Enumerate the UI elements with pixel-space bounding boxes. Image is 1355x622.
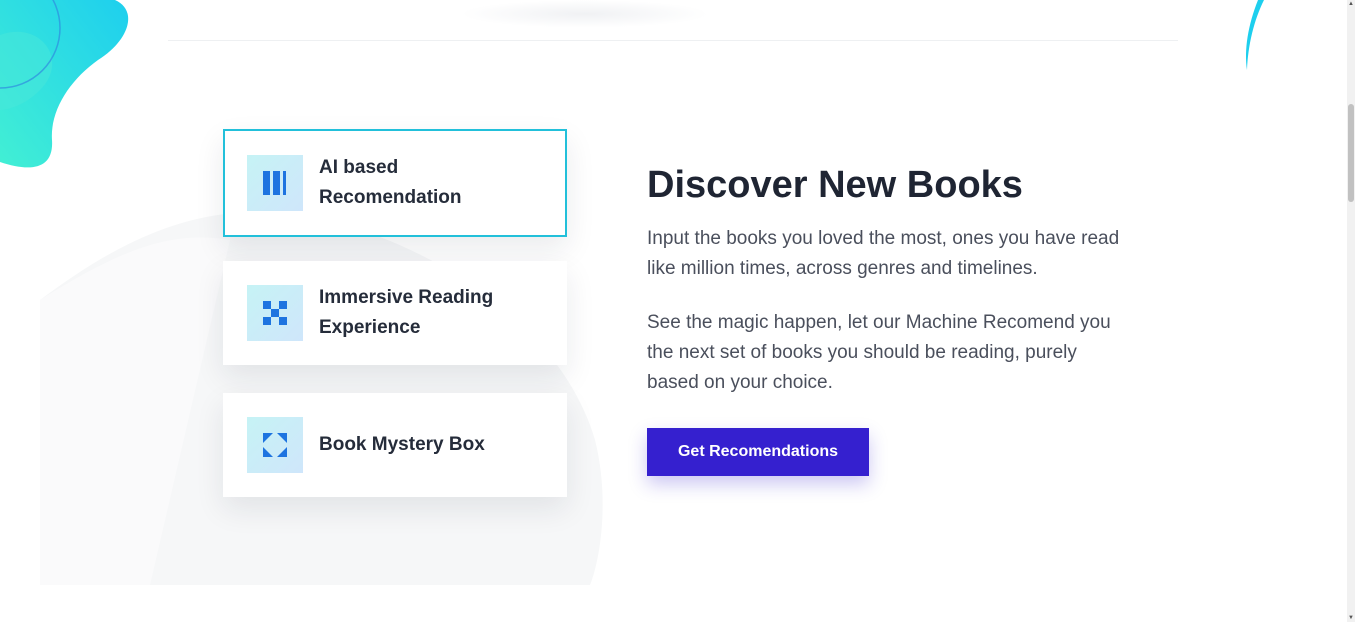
checker-icon — [247, 285, 303, 341]
feature-label-line1: Immersive Reading — [319, 287, 494, 308]
section-paragraph-2: See the magic happen, let our Machine Re… — [647, 312, 1111, 393]
scroll-down-arrow-icon[interactable]: ▼ — [1347, 614, 1355, 622]
section-paragraph-1: Input the books you loved the most, ones… — [647, 228, 1120, 279]
scroll-up-arrow-icon[interactable]: ▲ — [1347, 0, 1355, 8]
section-title: Discover New Books — [647, 164, 1023, 206]
feature-label-line2: Experience — [319, 317, 421, 338]
feature-card-immersive-reading[interactable]: Immersive Reading Experience — [223, 261, 567, 365]
decorative-blob-right — [1245, 0, 1276, 80]
section-divider — [168, 40, 1178, 41]
feature-label: AI based Recomendation — [319, 153, 462, 213]
top-ghost-shape — [460, 0, 710, 28]
feature-label-line2: Recomendation — [319, 187, 462, 208]
scroll-thumb[interactable] — [1348, 104, 1354, 202]
feature-label: Immersive Reading Experience — [319, 283, 493, 343]
decorative-blob — [0, 0, 129, 168]
discover-section: Discover New Books Input the books you l… — [647, 160, 1127, 476]
feature-label-line1: AI based — [319, 157, 399, 178]
bars-icon — [247, 155, 303, 211]
page: AI based Recomendation Immersive Reading… — [0, 0, 1347, 622]
corners-icon — [247, 417, 303, 473]
scrollbar[interactable]: ▲ ▼ — [1347, 0, 1355, 622]
feature-card-mystery-box[interactable]: Book Mystery Box — [223, 393, 567, 497]
feature-card-ai-recommendation[interactable]: AI based Recomendation — [223, 129, 567, 237]
get-recommendations-button[interactable]: Get Recomendations — [647, 428, 869, 476]
feature-label: Book Mystery Box — [319, 434, 485, 455]
